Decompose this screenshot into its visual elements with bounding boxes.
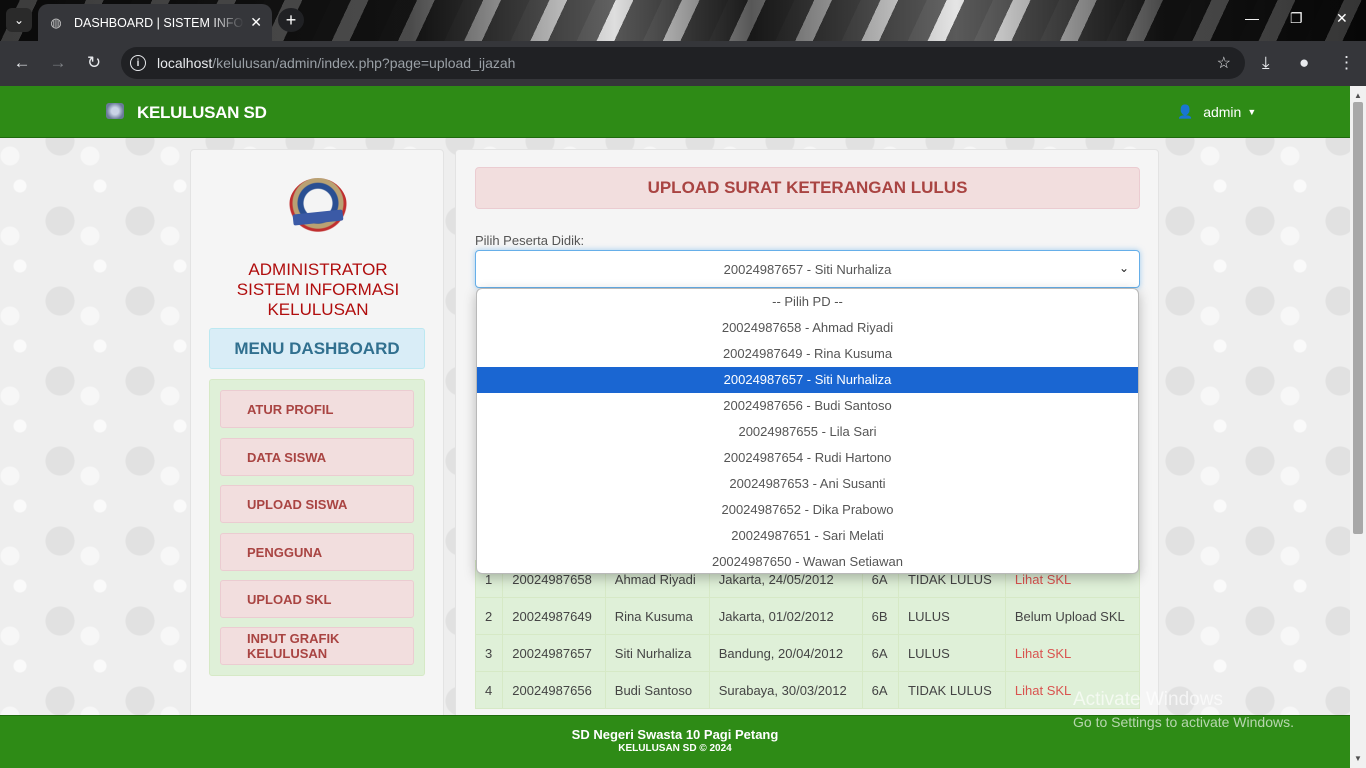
url-text[interactable]: localhost/kelulusan/admin/index.php?page…: [157, 55, 515, 71]
table-cell-ttl: Bandung, 20/04/2012: [708, 634, 863, 672]
user-name: admin: [1203, 104, 1242, 120]
top-navbar: KELULUSAN SD 👤 admin ▼: [0, 86, 1350, 138]
user-icon: 👤: [1177, 104, 1194, 119]
restore-icon[interactable]: ❐: [1290, 10, 1303, 27]
table-cell-kelas: 6A: [861, 671, 899, 709]
watermark-title: Activate Windows: [1073, 689, 1223, 710]
table-cell-kelas: 6B: [861, 597, 899, 635]
menu-item-data-siswa[interactable]: DATA SISWA: [220, 438, 414, 476]
table-cell-skl[interactable]: Lihat SKL: [1004, 634, 1141, 672]
new-tab-button[interactable]: +: [278, 8, 304, 32]
table-cell-nisn: 20024987657: [502, 634, 606, 672]
url-path: /kelulusan/admin/index.php?page=upload_i…: [212, 55, 516, 71]
minimize-icon[interactable]: —: [1245, 10, 1259, 26]
scroll-down-arrow-icon[interactable]: ▼: [1354, 754, 1362, 763]
globe-icon: ◍: [50, 14, 62, 30]
school-emblem-logo: [289, 178, 347, 234]
back-arrow-icon[interactable]: ←: [11, 53, 33, 73]
brand-title[interactable]: KELULUSAN SD: [137, 103, 267, 123]
browser-toolbar: ← → ↻ i localhost/kelulusan/admin/index.…: [0, 41, 1366, 86]
student-select[interactable]: 20024987657 - Siti Nurhaliza ⌄: [475, 250, 1140, 288]
table-row: 3 20024987657 Siti Nurhaliza Bandung, 20/04…: [474, 634, 1141, 672]
admin-title-line1: ADMINISTRATOR: [248, 260, 388, 279]
select-option[interactable]: 20024987657 - Siti Nurhaliza: [477, 367, 1138, 393]
tab-title: DASHBOARD | SISTEM INFORMASI KELULUSAN: [74, 15, 244, 30]
chevron-down-icon: ⌄: [1118, 261, 1129, 275]
table-cell-status: LULUS: [897, 634, 1006, 672]
menu-item-upload-skl[interactable]: UPLOAD SKL: [220, 580, 414, 618]
select-option[interactable]: 20024987653 - Ani Susanti: [477, 471, 1138, 497]
table-cell-nama: Budi Santoso: [604, 671, 710, 709]
student-select-value: 20024987657 - Siti Nurhaliza: [723, 261, 892, 277]
table-cell-ttl: Jakarta, 01/02/2012: [708, 597, 863, 635]
sidebar: ADMINISTRATOR SISTEM INFORMASI KELULUSAN…: [190, 149, 444, 729]
tab-search-button[interactable]: ⌄: [6, 8, 32, 32]
school-logo-icon: [106, 103, 124, 119]
site-info-icon[interactable]: i: [130, 55, 146, 71]
table-cell-no: 2: [474, 597, 504, 635]
select-option[interactable]: 20024987649 - Rina Kusuma: [477, 341, 1138, 367]
select-option[interactable]: 20024987650 - Wawan Setiawan: [477, 549, 1138, 573]
table-row: 2 20024987649 Rina Kusuma Jakarta, 01/02/20…: [474, 597, 1141, 635]
footer-copyright: KELULUSAN SD © 2024: [618, 743, 732, 754]
select-option[interactable]: 20024987655 - Lila Sari: [477, 419, 1138, 445]
student-table: 1 20024987658 Ahmad Riyadi Jakarta, 24/05/2…: [474, 560, 1141, 709]
menu-item-atur-profil[interactable]: ATUR PROFIL: [220, 390, 414, 428]
more-menu-icon[interactable]: ⋮: [1338, 53, 1355, 73]
admin-title: ADMINISTRATOR SISTEM INFORMASI KELULUSAN: [191, 260, 445, 320]
menu-item-upload-siswa[interactable]: UPLOAD SISWA: [220, 485, 414, 523]
table-cell-nama: Siti Nurhaliza: [604, 634, 710, 672]
select-option[interactable]: 20024987651 - Sari Melati: [477, 523, 1138, 549]
chevron-down-icon: ⌄: [13, 13, 25, 27]
menu-header: MENU DASHBOARD: [209, 328, 425, 369]
reload-icon[interactable]: ↻: [83, 53, 105, 73]
table-cell-nama: Rina Kusuma: [604, 597, 710, 635]
select-label: Pilih Peserta Didik:: [475, 233, 585, 248]
browser-tab-bar: ⌄ ◍ DASHBOARD | SISTEM INFORMASI KELULUS…: [0, 0, 1366, 41]
select-option[interactable]: 20024987656 - Budi Santoso: [477, 393, 1138, 419]
table-cell-nisn: 20024987649: [502, 597, 606, 635]
table-cell-status: TIDAK LULUS: [897, 671, 1006, 709]
select-option[interactable]: 20024987654 - Rudi Hartono: [477, 445, 1138, 471]
url-host: localhost: [157, 55, 213, 71]
logo-ribbon: [292, 209, 344, 226]
table-cell-status: LULUS: [897, 597, 1006, 635]
table-cell-nisn: 20024987656: [502, 671, 606, 709]
table-row: 4 20024987656 Budi Santoso Surabaya, 30/03/…: [474, 671, 1141, 709]
download-icon[interactable]: ⤓: [1262, 53, 1270, 73]
windows-activation-watermark: Activate Windows Go to Settings to activ…: [1073, 689, 1294, 730]
browser-tab[interactable]: ◍ DASHBOARD | SISTEM INFORMASI KELULUSAN…: [38, 4, 272, 41]
select-option[interactable]: 20024987652 - Dika Prabowo: [477, 497, 1138, 523]
select-option[interactable]: 20024987658 - Ahmad Riyadi: [477, 315, 1138, 341]
scroll-up-arrow-icon[interactable]: ▲: [1354, 91, 1362, 100]
profile-icon[interactable]: ●: [1299, 53, 1309, 73]
address-bar[interactable]: i localhost/kelulusan/admin/index.php?pa…: [121, 47, 1245, 79]
student-select-dropdown: -- Pilih PD -- 20024987658 - Ahmad Riyadi…: [476, 288, 1139, 574]
table-cell-ttl: Surabaya, 30/03/2012: [708, 671, 863, 709]
admin-title-line2: SISTEM INFORMASI KELULUSAN: [236, 280, 400, 319]
close-tab-icon[interactable]: ✕: [250, 14, 262, 31]
bookmark-star-icon[interactable]: ☆: [1217, 53, 1231, 73]
scrollbar-thumb[interactable]: [1353, 102, 1363, 534]
menu-list: ATUR PROFIL DATA SISWA UPLOAD SISWA PENG…: [209, 379, 425, 676]
page-title: UPLOAD SURAT KETERANGAN LULUS: [475, 167, 1140, 209]
menu-item-pengguna[interactable]: PENGGUNA: [220, 533, 414, 571]
user-dropdown[interactable]: 👤 admin ▼: [1177, 104, 1256, 120]
select-option[interactable]: -- Pilih PD --: [477, 289, 1138, 315]
table-cell-no: 3: [474, 634, 504, 672]
table-cell-no: 4: [474, 671, 504, 709]
page-scrollbar[interactable]: ▲ ▼: [1350, 86, 1366, 768]
watermark-subtitle: Go to Settings to activate Windows.: [1073, 714, 1294, 730]
table-cell-skl: Belum Upload SKL: [1004, 597, 1141, 635]
table-cell-kelas: 6A: [861, 634, 899, 672]
caret-down-icon: ▼: [1247, 107, 1257, 117]
close-window-icon[interactable]: ✕: [1336, 10, 1348, 27]
menu-item-input-grafik-kelulusan[interactable]: INPUT GRAFIK KELULUSAN: [220, 627, 414, 665]
forward-arrow-icon[interactable]: →: [47, 53, 69, 73]
